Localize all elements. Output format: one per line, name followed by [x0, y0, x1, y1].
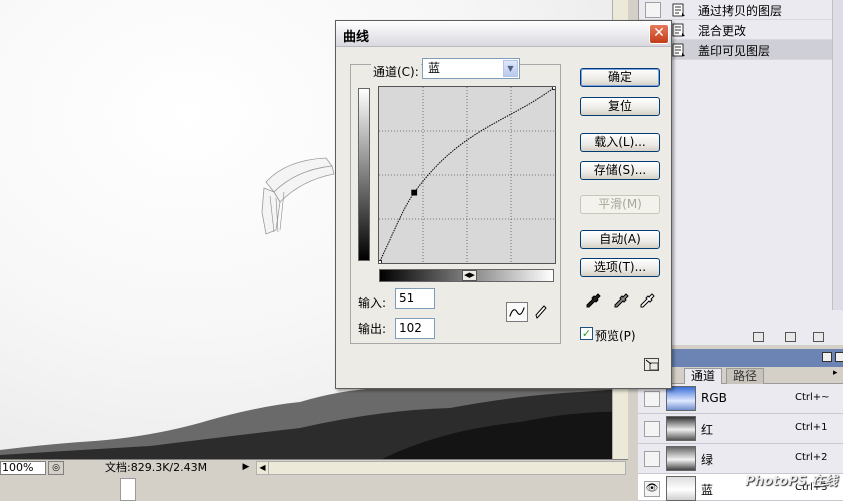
curve-grid	[379, 87, 555, 263]
smooth-button[interactable]: 平滑(M)	[580, 195, 660, 214]
channel-name: RGB	[701, 391, 727, 405]
preview-label: 预览(P)	[595, 329, 636, 343]
black-eyedropper-icon[interactable]	[586, 292, 602, 310]
document-info: 文档:829.3K/2.43M	[105, 461, 208, 474]
gray-eyedropper-icon[interactable]	[614, 292, 630, 310]
channel-shortcut: Ctrl+1	[795, 422, 828, 433]
curve-graph[interactable]	[378, 86, 556, 264]
channel-visibility-toggle[interactable]	[644, 421, 660, 437]
ok-button[interactable]: 确定	[580, 68, 660, 87]
minimize-panel-icon[interactable]	[822, 352, 832, 362]
preview-checkbox[interactable]: ✓	[580, 327, 593, 340]
history-item[interactable]: 通过拷贝的图层	[639, 0, 843, 20]
expand-dialog-icon[interactable]	[644, 358, 659, 371]
channel-name: 红	[701, 423, 714, 437]
output-label: 输出:	[358, 322, 387, 336]
chevron-down-icon[interactable]: ▼	[503, 60, 518, 77]
history-step-icon	[672, 23, 685, 37]
options-button[interactable]: 选项(T)...	[580, 258, 660, 277]
output-gradient-bar	[358, 88, 370, 261]
trash-icon[interactable]	[813, 332, 824, 342]
panel-menu-arrow-icon[interactable]: ▸	[833, 368, 843, 382]
watermark: PhotoPS 在线	[745, 474, 838, 489]
status-bar: 100% ◎ 文档:829.3K/2.43M ▶ ◀	[0, 459, 628, 475]
close-icon[interactable]: ✕	[649, 24, 669, 44]
channel-select[interactable]: 蓝 ▼	[422, 58, 520, 79]
input-value-field[interactable]: 51	[395, 288, 435, 309]
secondary-window-edge	[120, 478, 136, 501]
channel-row-red[interactable]: 红 Ctrl+1	[638, 414, 843, 444]
document-horizontal-scrollbar[interactable]: ◀	[256, 461, 626, 475]
channel-visibility-toggle[interactable]	[644, 391, 660, 407]
curve-point[interactable]	[378, 260, 382, 265]
paraglider-image	[261, 157, 335, 235]
input-gradient-bar: ◀▶	[379, 269, 554, 282]
eye-icon[interactable]: 👁	[644, 481, 660, 497]
history-snapshot-checkbox[interactable]	[645, 2, 661, 18]
output-value-field[interactable]: 102	[395, 318, 435, 339]
curve-point-selected[interactable]	[411, 189, 418, 196]
channel-name: 绿	[701, 453, 714, 467]
pencil-icon[interactable]	[534, 304, 548, 320]
dialog-titlebar[interactable]: 曲线 ✕	[336, 21, 671, 47]
curve-point[interactable]	[552, 86, 557, 90]
close-panel-icon[interactable]	[835, 352, 843, 362]
channel-thumbnail	[666, 476, 696, 501]
tab-paths[interactable]: 路径	[726, 368, 765, 384]
channel-shortcut: Ctrl+2	[795, 452, 828, 463]
workspace-background	[0, 476, 628, 501]
new-snapshot-icon[interactable]	[785, 332, 796, 342]
channel-thumbnail	[666, 446, 696, 471]
tab-channels[interactable]: 通道	[684, 368, 723, 384]
history-item-label: 通过拷贝的图层	[698, 4, 783, 18]
gradient-toggle-icon[interactable]: ◀▶	[462, 270, 477, 281]
input-label: 输入:	[358, 296, 387, 310]
white-eyedropper-icon[interactable]	[640, 292, 656, 310]
curves-dialog: 曲线 ✕ 通道(C): 蓝 ▼ ◀▶ 输入: 51 输出: 102 确定 复位 …	[335, 20, 672, 389]
zoom-level-field[interactable]: 100%	[0, 461, 46, 475]
history-item-label: 混合更改	[698, 24, 747, 38]
channel-select-value: 蓝	[428, 61, 441, 75]
new-document-from-state-icon[interactable]	[753, 332, 764, 342]
history-step-icon	[672, 3, 685, 17]
scroll-left-icon[interactable]: ◀	[257, 462, 269, 474]
load-button[interactable]: 载入(L)...	[580, 133, 660, 152]
history-step-icon	[672, 43, 685, 57]
history-scrollbar[interactable]	[832, 0, 843, 310]
channel-name: 蓝	[701, 483, 714, 497]
save-button[interactable]: 存储(S)...	[580, 161, 660, 180]
auto-button[interactable]: 自动(A)	[580, 230, 660, 249]
channel-shortcut: Ctrl+~	[795, 392, 830, 403]
history-item-label: 盖印可见图层	[698, 44, 771, 58]
channel-thumbnail	[666, 386, 696, 411]
status-menu-arrow-icon[interactable]: ▶	[240, 461, 252, 475]
dialog-title: 曲线	[343, 30, 370, 45]
channel-thumbnail	[666, 416, 696, 441]
channel-visibility-toggle[interactable]	[644, 451, 660, 467]
reset-button[interactable]: 复位	[580, 97, 660, 116]
channel-label: 通道(C):	[371, 63, 421, 80]
zoom-menu-icon[interactable]: ◎	[48, 461, 64, 475]
curve-tool-icon[interactable]	[506, 302, 528, 322]
